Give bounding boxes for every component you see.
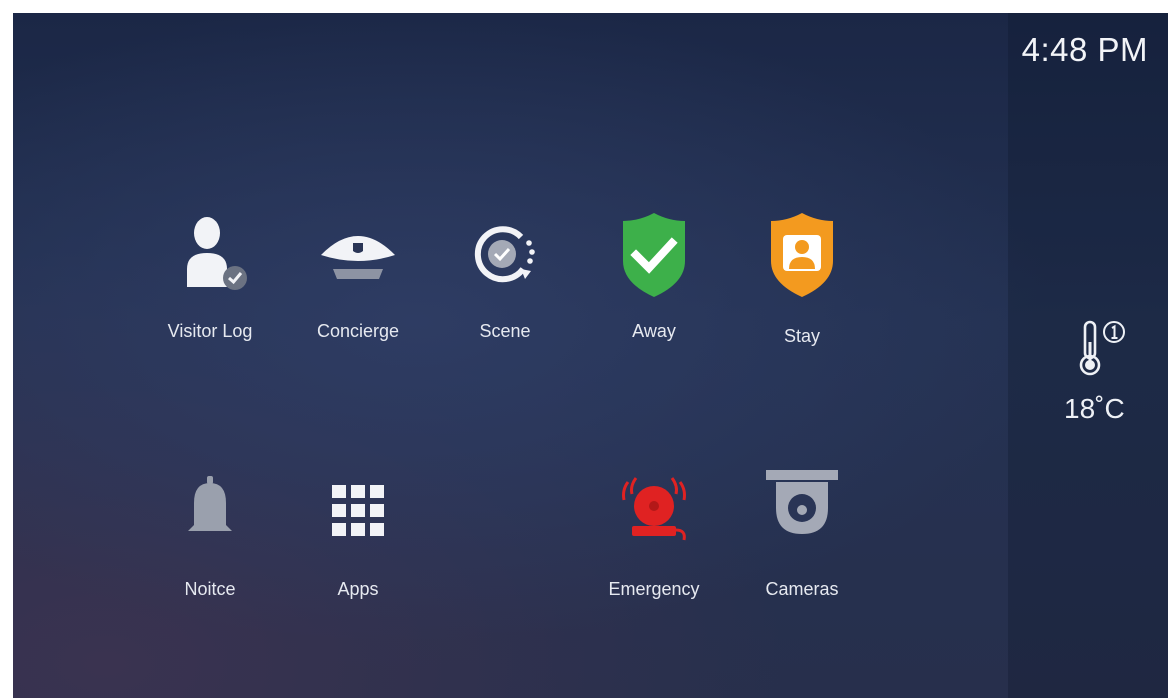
tile-label: Scene	[479, 321, 531, 341]
alarm-bell-icon	[622, 477, 686, 541]
tile-label: Noitce	[184, 579, 236, 599]
weather-widget[interactable]: 18˚C	[1061, 318, 1141, 424]
tile-label: Away	[632, 321, 676, 341]
tile-notice[interactable]: Noitce	[145, 468, 275, 618]
shield-check-icon	[623, 213, 685, 297]
tile-concierge[interactable]: Concierge	[293, 211, 423, 361]
clock: 4:48 PM	[1021, 31, 1148, 68]
temperature: 18˚C	[1064, 393, 1125, 424]
shield-person-icon	[771, 213, 833, 297]
tile-apps[interactable]: Apps	[293, 468, 423, 618]
tile-emergency[interactable]: Emergency	[589, 468, 719, 618]
scene-icon	[474, 226, 535, 283]
tile-label: Apps	[337, 579, 379, 599]
bell-icon	[188, 476, 232, 531]
tile-visitor-log[interactable]: Visitor Log	[145, 211, 275, 361]
tile-stay[interactable]: Stay	[737, 211, 867, 361]
tile-scene[interactable]: Scene	[440, 211, 570, 361]
tile-away[interactable]: Away	[589, 211, 719, 361]
visitor-log-icon	[187, 217, 247, 290]
camera-icon	[766, 470, 838, 534]
tile-label: Visitor Log	[167, 321, 253, 341]
tile-label: Emergency	[608, 579, 700, 599]
tile-label: Stay	[783, 326, 821, 346]
home-screen: 4:48 PM 18˚C Visitor Log Concierge Scene…	[13, 13, 1168, 698]
tile-cameras[interactable]: Cameras	[737, 468, 867, 618]
concierge-cap-icon	[321, 236, 395, 279]
apps-grid-icon	[332, 485, 384, 536]
thermometer-icon	[1079, 320, 1125, 376]
info-circle-icon	[1103, 321, 1125, 343]
tile-label: Cameras	[765, 579, 839, 599]
tile-label: Concierge	[316, 321, 400, 341]
